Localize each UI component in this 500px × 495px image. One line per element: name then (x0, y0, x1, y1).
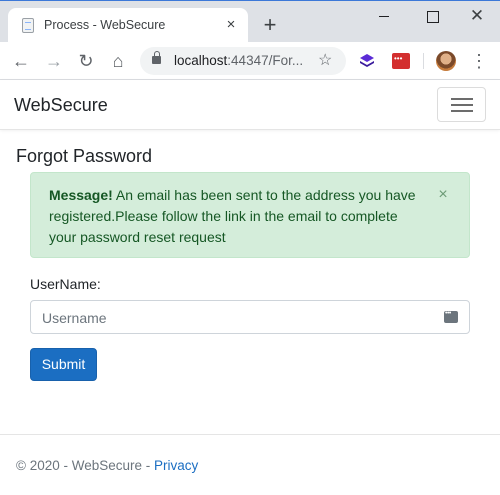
navbar-toggler-button[interactable] (437, 87, 486, 122)
forward-arrow-icon[interactable]: → (42, 49, 66, 73)
submit-button[interactable]: Submit (30, 348, 97, 381)
url-host: localhost (174, 53, 228, 68)
page-favicon-icon (22, 18, 34, 33)
toolbar-separator (423, 53, 424, 69)
alert-close-button[interactable]: × (436, 186, 450, 204)
lock-icon[interactable] (152, 51, 161, 64)
address-bar[interactable]: localhost:44347/For... ☆ (140, 47, 346, 75)
privacy-link[interactable]: Privacy (154, 458, 198, 473)
footer-divider (0, 434, 500, 435)
footer: © 2020 - WebSecure - Privacy (16, 458, 198, 473)
footer-copyright: © 2020 - WebSecure - (16, 458, 155, 473)
tab-close-icon[interactable]: × (222, 16, 240, 34)
browser-tab-strip: Process - WebSecure × + ✕ (0, 0, 500, 43)
back-arrow-icon[interactable]: ← (9, 49, 33, 73)
page-title: Forgot Password (16, 146, 153, 166)
maximize-button[interactable] (418, 5, 446, 27)
tab-title: Process - WebSecure (44, 18, 166, 32)
browser-menu-icon[interactable]: ⋮ (470, 49, 488, 73)
profile-avatar[interactable] (436, 51, 456, 71)
password-manager-icon[interactable] (444, 310, 458, 323)
username-field-wrapper (30, 300, 470, 334)
success-alert: Message! An email has been sent to the a… (30, 172, 470, 258)
browser-tab[interactable]: Process - WebSecure × (8, 8, 248, 43)
layers-extension-icon[interactable] (359, 53, 375, 69)
brand-link[interactable]: WebSecure (14, 95, 108, 116)
new-tab-button[interactable]: + (258, 14, 282, 38)
bookmark-star-icon[interactable]: ☆ (318, 50, 332, 70)
hamburger-icon (451, 98, 473, 100)
red-extension-icon[interactable] (392, 53, 410, 69)
reload-icon[interactable]: ↻ (74, 49, 98, 73)
username-label: UserName: (30, 276, 101, 292)
window-close-button[interactable]: ✕ (463, 5, 491, 27)
url-path: :44347/For... (227, 53, 304, 68)
alert-heading: Message! (49, 187, 113, 203)
url-text[interactable]: localhost:44347/For... (174, 53, 303, 68)
home-icon[interactable]: ⌂ (106, 49, 130, 73)
browser-toolbar: ← → ↻ ⌂ localhost:44347/For... ☆ ⋮ (0, 42, 500, 80)
site-navbar: WebSecure (0, 80, 500, 130)
minimize-button[interactable] (370, 5, 398, 27)
username-input[interactable] (42, 308, 437, 328)
